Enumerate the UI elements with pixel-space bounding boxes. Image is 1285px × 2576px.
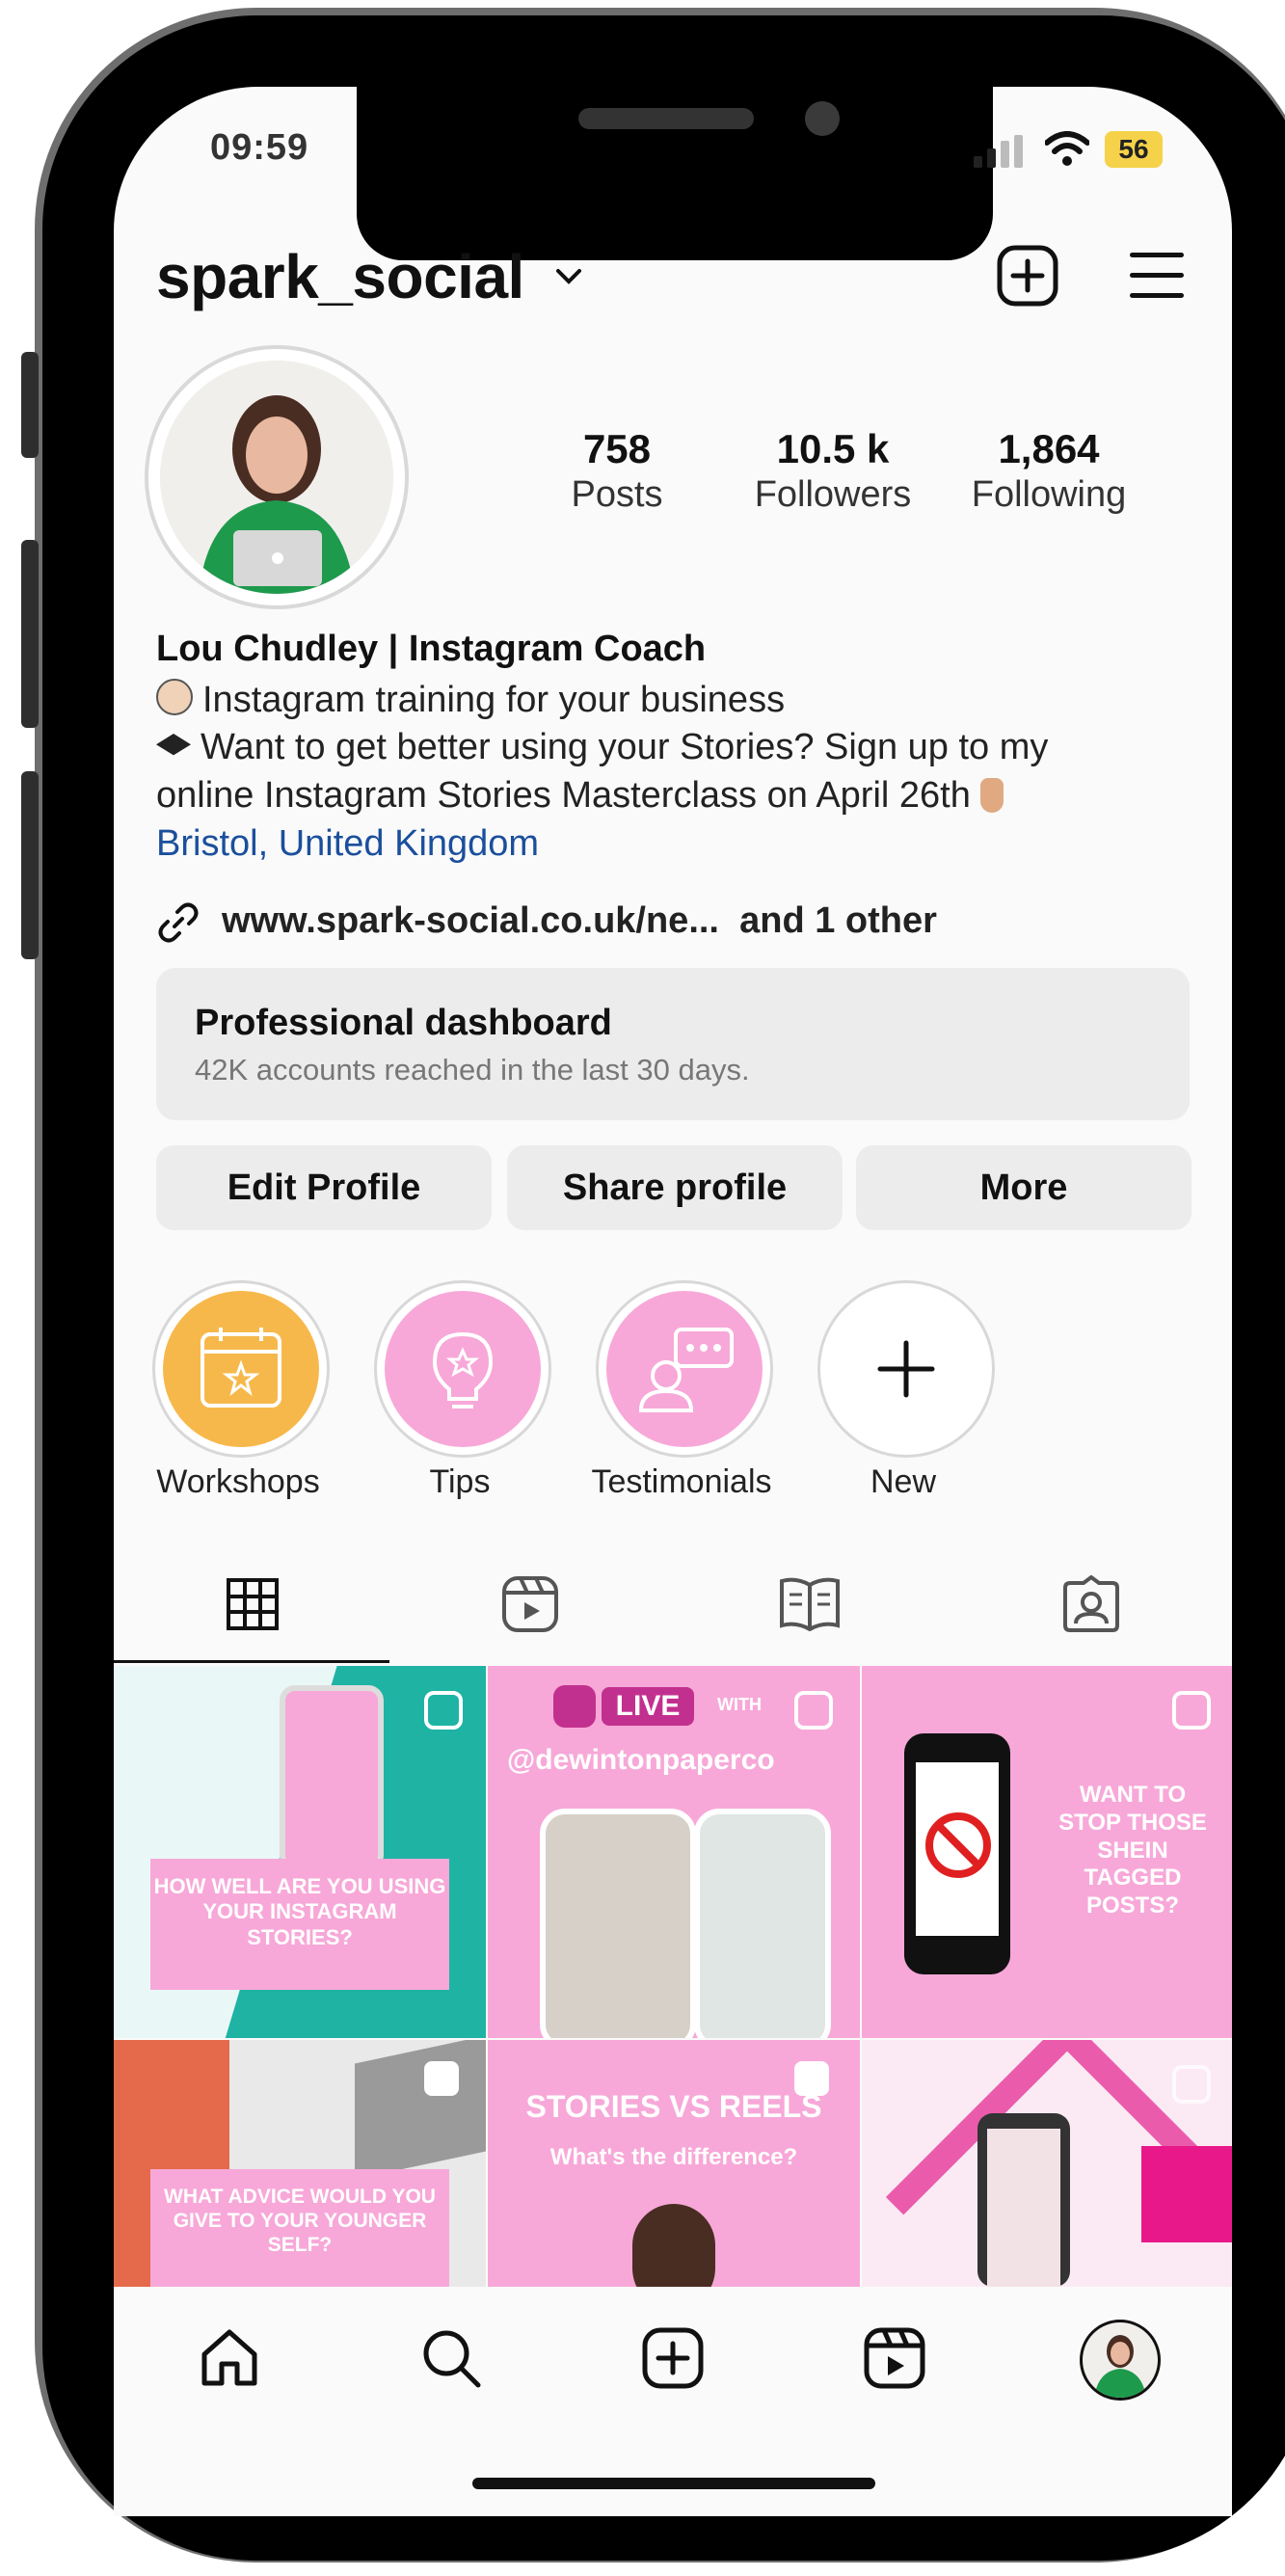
search-icon[interactable] [420,2327,482,2389]
bio-link-more[interactable]: and 1 other [739,900,937,941]
highlight-workshops-cover [163,1291,319,1447]
bio-link-row[interactable]: www.spark-social.co.uk/ne... and 1 other [222,900,937,942]
calendar-icon [201,1328,281,1408]
highlight-tips-label[interactable]: Tips [335,1463,585,1501]
post-2-with: WITH [717,1695,762,1714]
notch-speaker [578,108,754,129]
battery-indicator: 56 [1105,131,1163,168]
dashboard-subtitle: 42K accounts reached in the last 30 days… [195,1053,750,1087]
post-6[interactable] [862,2040,1232,2287]
bio-line-1-text: Instagram training for your business [202,680,786,720]
menu-icon[interactable] [1130,253,1184,313]
stat-following-value: 1,864 [998,426,1100,471]
stat-followers-value: 10.5 k [776,426,890,471]
post-1[interactable]: HOW WELL ARE YOU USING YOUR INSTAGRAM ST… [114,1666,486,2038]
reel-icon [794,1691,833,1730]
stat-following[interactable]: 1,864 Following [943,426,1155,516]
professional-dashboard[interactable]: Professional dashboard 42K accounts reac… [156,968,1190,1120]
link-icon [158,902,199,943]
stat-posts-label: Posts [571,474,663,515]
bio-line-2: Want to get better using your Stories? S… [156,727,1048,768]
highlight-tips[interactable] [374,1280,551,1458]
grid-tab-icon[interactable] [226,1577,280,1631]
instagram-icon [553,1685,596,1728]
avatar[interactable] [160,361,393,594]
bio-line-2-text: Want to get better using your Stories? S… [201,727,1049,767]
no-entry-icon [925,1812,991,1878]
status-time: 09:59 [210,127,309,168]
bio-line-3-text: online Instagram Stories Masterclass on … [156,775,971,816]
pointing-down-emoji-icon [979,778,1004,813]
home-icon[interactable] [199,2327,260,2389]
bio-name: Lou Chudley | Instagram Coach [156,629,707,669]
reel-icon [424,1691,463,1730]
active-tab-indicator [114,1660,389,1663]
graduation-cap-emoji-icon [156,734,191,756]
bio-line-1: Instagram training for your business [156,679,785,721]
highlight-new-label[interactable]: New [778,1463,1029,1501]
carousel-icon [794,2061,829,2096]
post-2-phone-left [540,1809,696,2038]
post-6-pink-block [1141,2146,1232,2242]
post-2[interactable]: LIVE WITH @dewintonpaperco [488,1666,860,2038]
post-3-text: WANT TO STOP THOSE SHEIN TAGGED POSTS? [1058,1782,1207,1919]
highlight-workshops[interactable] [152,1280,330,1458]
new-post-icon[interactable] [642,2327,704,2389]
stat-followers-label: Followers [754,474,912,515]
lightbulb-icon [432,1331,494,1409]
chevron-down-icon[interactable] [555,268,582,285]
profile-avatar-icon[interactable] [1080,2320,1161,2401]
post-6-phone-screen [987,2129,1060,2287]
woman-technologist-emoji-icon [156,679,193,715]
home-indicator [472,2478,875,2489]
testimonial-icon [638,1328,734,1412]
plus-icon [877,1340,935,1398]
highlight-new[interactable] [817,1280,995,1458]
tagged-tab-icon[interactable] [1062,1575,1120,1633]
post-3[interactable]: WANT TO STOP THOSE SHEIN TAGGED POSTS? [862,1666,1232,2038]
post-4-text: WHAT ADVICE WOULD YOU GIVE TO YOUR YOUNG… [164,2186,436,2257]
reel-icon [1172,2065,1211,2104]
highlight-tips-cover [385,1291,541,1447]
post-5-subtitle: What's the difference? [549,2144,798,2170]
carousel-icon [424,2061,459,2096]
post-4[interactable]: WHAT ADVICE WOULD YOU GIVE TO YOUR YOUNG… [114,2040,486,2287]
stat-following-label: Following [971,474,1127,515]
stat-followers[interactable]: 10.5 k Followers [727,426,939,516]
post-2-live-badge: LIVE [602,1687,694,1726]
phone-mute-switch [21,352,39,458]
notch-camera [805,101,840,136]
post-2-phone-right [694,1809,831,2038]
reels-tab-icon[interactable] [501,1575,559,1633]
highlight-testimonials-label[interactable]: Testimonials [556,1463,807,1501]
profile-username[interactable]: spark_social [156,241,524,312]
bio-location[interactable]: Bristol, United Kingdom [156,823,539,865]
phone-volume-down [21,771,39,959]
reel-icon [1172,1691,1211,1730]
bio-line-3: online Instagram Stories Masterclass on … [156,775,1004,817]
highlight-testimonials-cover [606,1291,763,1447]
phone-volume-up [21,540,39,728]
post-5[interactable]: STORIES VS REELS What's the difference? [488,2040,860,2287]
guides-tab-icon[interactable] [779,1577,841,1631]
bio-link[interactable]: www.spark-social.co.uk/ne... [222,900,719,941]
post-4-laptop [355,2040,486,2180]
highlight-testimonials[interactable] [596,1280,773,1458]
stat-posts-value: 758 [582,426,652,471]
dashboard-title: Professional dashboard [195,1003,612,1043]
stat-posts[interactable]: 758 Posts [511,426,723,516]
more-button[interactable]: More [856,1145,1191,1230]
share-profile-button[interactable]: Share profile [507,1145,843,1230]
post-1-text: HOW WELL ARE YOU USING YOUR INSTAGRAM ST… [153,1874,446,1949]
highlight-workshops-label[interactable]: Workshops [113,1463,363,1501]
post-1-phone [280,1685,384,1870]
post-2-handle: @dewintonpaperco [507,1744,775,1776]
signal-icon [974,135,1023,168]
wifi-icon [1045,131,1089,166]
reels-icon[interactable] [864,2327,925,2389]
edit-profile-button[interactable]: Edit Profile [156,1145,492,1230]
post-5-person [632,2204,715,2287]
create-post-icon[interactable] [997,245,1058,307]
